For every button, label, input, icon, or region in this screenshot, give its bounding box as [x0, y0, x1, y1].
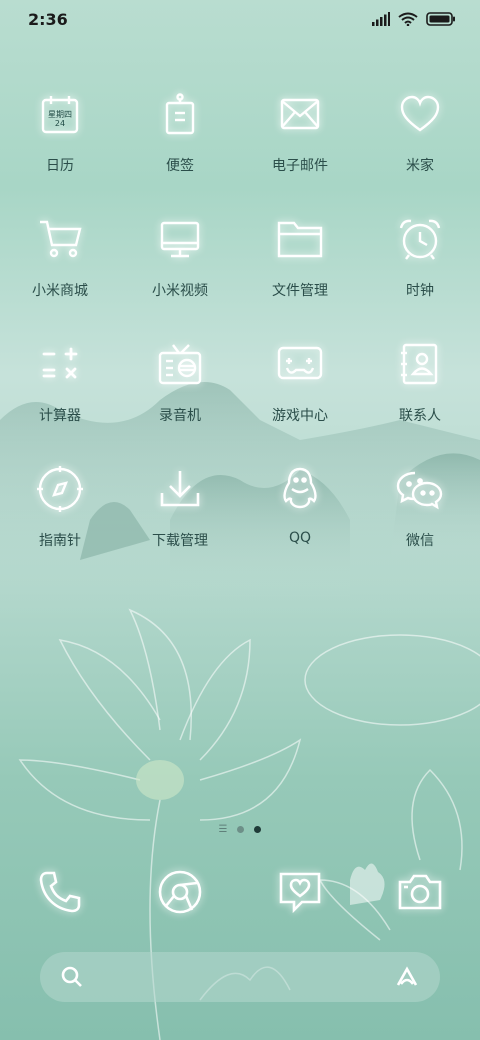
- app-wechat[interactable]: 微信: [360, 463, 480, 588]
- app-label: 计算器: [39, 408, 81, 424]
- app-file-manager[interactable]: 文件管理: [240, 213, 360, 338]
- folder-icon: [277, 221, 323, 258]
- compass-icon: [37, 466, 83, 512]
- calendar-day: 24: [55, 119, 65, 128]
- radio-icon: [158, 344, 202, 385]
- dock-camera[interactable]: [360, 862, 480, 922]
- app-label: 指南针: [39, 533, 81, 549]
- contacts-icon: [401, 343, 438, 385]
- dock-browser[interactable]: [120, 862, 240, 922]
- app-recorder[interactable]: 录音机: [120, 338, 240, 463]
- status-bar: 2:36: [0, 0, 480, 40]
- dock-messages[interactable]: [240, 862, 360, 922]
- page-dot[interactable]: [237, 826, 245, 833]
- app-mi-video[interactable]: 小米视频: [120, 213, 240, 338]
- alarm-clock-icon: [399, 219, 441, 260]
- signal-icon: [372, 12, 390, 26]
- app-label: 录音机: [159, 408, 201, 424]
- app-grid: 星期四 24 日历 便签 电子邮件 米家 小米商城 小米视频 文件管理 时钟 计…: [0, 88, 480, 588]
- battery-icon: [426, 12, 455, 26]
- monitor-icon: [160, 221, 200, 258]
- mail-icon: [280, 98, 320, 130]
- app-label: 下载管理: [152, 533, 208, 549]
- app-calculator[interactable]: 计算器: [0, 338, 120, 463]
- calendar-weekday: 星期四: [48, 110, 72, 119]
- gamepad-icon: [277, 346, 323, 380]
- calculator-icon: [42, 347, 78, 379]
- app-label: 联系人: [399, 408, 441, 424]
- app-label: 便签: [166, 158, 194, 174]
- app-label: 文件管理: [272, 283, 328, 299]
- message-heart-icon: [279, 872, 321, 914]
- app-qq[interactable]: QQ: [240, 463, 360, 588]
- app-mi-home[interactable]: 米家: [360, 88, 480, 213]
- app-label: 小米视频: [152, 283, 208, 299]
- app-label: 小米商城: [32, 283, 88, 299]
- download-icon: [160, 471, 200, 507]
- dock: [0, 862, 480, 922]
- cart-icon: [40, 220, 82, 258]
- status-icons: [372, 12, 456, 26]
- search-bar[interactable]: [40, 952, 440, 1002]
- wechat-icon: [396, 471, 443, 510]
- heart-icon: [400, 95, 440, 132]
- assistant-icon[interactable]: [394, 965, 420, 989]
- app-email[interactable]: 电子邮件: [240, 88, 360, 213]
- calendar-icon: 星期四 24: [41, 96, 79, 134]
- app-notes[interactable]: 便签: [120, 88, 240, 213]
- penguin-icon: [283, 467, 317, 509]
- app-mi-store[interactable]: 小米商城: [0, 213, 120, 338]
- app-label: QQ: [288, 530, 312, 546]
- app-compass[interactable]: 指南针: [0, 463, 120, 588]
- app-label: 微信: [406, 533, 434, 549]
- phone-icon: [39, 871, 81, 913]
- app-game-center[interactable]: 游戏中心: [240, 338, 360, 463]
- app-label: 游戏中心: [272, 408, 328, 424]
- menu-lines-icon: ☰: [218, 824, 228, 835]
- page-dot-active[interactable]: [254, 826, 262, 833]
- app-label: 时钟: [406, 283, 434, 299]
- page-indicator[interactable]: ☰: [0, 824, 480, 835]
- dock-phone[interactable]: [0, 862, 120, 922]
- wifi-icon: [398, 12, 418, 26]
- app-contacts[interactable]: 联系人: [360, 338, 480, 463]
- app-calendar[interactable]: 星期四 24 日历: [0, 88, 120, 213]
- app-downloads[interactable]: 下载管理: [120, 463, 240, 588]
- app-label: 电子邮件: [272, 158, 328, 174]
- browser-icon: [158, 870, 202, 914]
- app-label: 米家: [406, 158, 434, 174]
- camera-icon: [398, 874, 442, 910]
- status-time: 2:36: [28, 10, 68, 29]
- app-label: 日历: [46, 158, 74, 174]
- notes-icon: [165, 93, 195, 135]
- app-clock[interactable]: 时钟: [360, 213, 480, 338]
- search-icon[interactable]: [60, 965, 84, 989]
